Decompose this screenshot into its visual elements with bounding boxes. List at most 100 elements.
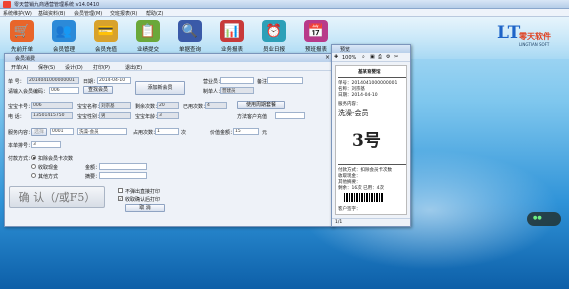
- order-label: 单 号：: [8, 79, 25, 85]
- tools-icon[interactable]: ✂: [394, 54, 398, 60]
- pin-icon[interactable]: ✚: [334, 54, 338, 60]
- menu-system[interactable]: 系统维护(W): [3, 10, 32, 17]
- receipt-service: 洗澡-会员: [338, 109, 369, 117]
- amount-label: 金额：: [85, 165, 101, 171]
- bill-number-field[interactable]: 3: [31, 141, 61, 148]
- print-after-confirm-checkbox[interactable]: ✓: [118, 196, 123, 201]
- toolbar-submit[interactable]: 📋 业绩提交: [128, 18, 168, 56]
- toolbar-members[interactable]: 👥 会员管理: [44, 18, 84, 56]
- pay-deduct-radio[interactable]: [31, 155, 36, 160]
- network-widget: ●●: [527, 212, 561, 226]
- receipt-number: 3号: [352, 131, 381, 151]
- date-field[interactable]: 2014-04-10: [97, 77, 131, 84]
- menu-reports[interactable]: 交班报表(R): [110, 10, 137, 17]
- no-popup-print-label: 不弹出直接打印: [125, 189, 161, 195]
- toolbar-shift[interactable]: 📅 预班报表: [296, 18, 336, 56]
- save-icon[interactable]: ▣: [370, 54, 375, 60]
- pay-deduct-label: 扣除会员卡次数: [38, 156, 74, 162]
- member-code-input[interactable]: 006: [49, 87, 79, 94]
- pay-cash-label: 收取现金: [38, 165, 59, 171]
- cancel-button[interactable]: 取 消: [125, 204, 165, 212]
- dialog-titlebar: 会员消费 ×: [5, 54, 333, 62]
- phone-field: 13501415750: [31, 112, 73, 119]
- pay-other-radio[interactable]: [31, 173, 36, 178]
- remark-input[interactable]: [99, 172, 147, 179]
- calendar-icon: 📅: [304, 20, 328, 42]
- barcode: [344, 193, 384, 202]
- member-consume-dialog: 会员消费 × 开单(A) 保存(S) 设计(D) 打印(P) 退出(E) 单 号…: [4, 53, 334, 227]
- report-icon: 📊: [220, 20, 244, 42]
- clock-icon: ⏰: [262, 20, 286, 42]
- service-name-field: 洗澡-会员: [77, 128, 127, 135]
- toolbar-daily[interactable]: ⏰ 员业日报: [254, 18, 294, 56]
- design-button[interactable]: 设计(D): [65, 64, 83, 71]
- print-button[interactable]: 打印(P): [93, 64, 110, 71]
- logo-tagline: LINGTIAN SOFT: [519, 42, 550, 47]
- receipt-sign: 客户签字：: [338, 207, 361, 212]
- receipt-paper: 基某育婴馆 单号：2014041000000001 名称：刘宗基 日期：2014…: [335, 65, 407, 215]
- save-button[interactable]: 保存(S): [38, 64, 55, 71]
- bill-number-label: 本单排号：: [8, 143, 34, 149]
- logo-mark: LT: [497, 23, 521, 43]
- app-icon: [3, 1, 11, 8]
- maker-field: 营建员: [220, 87, 254, 94]
- card-label: 宝宝卡号：: [8, 104, 34, 110]
- menu-members[interactable]: 会员管理(M): [74, 10, 102, 17]
- toolbar-recharge[interactable]: 💳 会员充值: [86, 18, 126, 56]
- plan-select[interactable]: [275, 112, 305, 119]
- add-member-button[interactable]: 添加新会员: [135, 81, 185, 95]
- preview-titlebar: 预览: [332, 45, 410, 53]
- zoom-select[interactable]: 100%: [342, 55, 356, 61]
- baby-name-field: 刘宗基: [99, 102, 131, 109]
- period-package-button[interactable]: 使用周期套餐: [237, 101, 285, 109]
- times-input[interactable]: 1: [155, 128, 179, 135]
- member-code-label: 请输入会员编码：: [8, 89, 49, 95]
- print-preview-window: 预览 ✚ 100% ⌕ ▣ ⎙ ⚙ ✂ 基某育婴馆 单号：20140410000…: [331, 44, 411, 227]
- members-icon: 👥: [52, 20, 76, 42]
- logo-name: 零天软件: [519, 32, 551, 41]
- new-order-button[interactable]: 开单(A): [11, 64, 28, 71]
- order-field: 2014041000000001: [27, 77, 79, 84]
- preview-status-bar: 1/1: [332, 218, 410, 226]
- receipt-shop: 基某育婴馆: [358, 70, 381, 75]
- card-icon: 💳: [94, 20, 118, 42]
- app-title: 零天营销九商通营管理系统 v14.0410: [14, 2, 100, 8]
- receipt-line: 日期：2014-04-10: [338, 93, 378, 98]
- toolbar-query[interactable]: 🔍 单据查询: [170, 18, 210, 56]
- toolbar-open-order[interactable]: 🛒 先前开单: [2, 18, 42, 56]
- exit-button[interactable]: 退出(E): [125, 64, 142, 71]
- pay-other-label: 其他方式: [38, 174, 59, 180]
- amount-input[interactable]: [99, 163, 147, 170]
- price-unit: 元: [262, 130, 268, 136]
- member-plan-link[interactable]: 方法客户充值: [237, 113, 267, 120]
- salesman-select[interactable]: [220, 77, 254, 84]
- times-unit: 次: [181, 130, 187, 136]
- find-member-button[interactable]: 查找会员: [83, 86, 113, 94]
- toolbar-business-report[interactable]: 📊 业务报表: [212, 18, 252, 56]
- receipt-divider: [338, 77, 406, 78]
- choose-service-button[interactable]: 选择: [31, 128, 47, 136]
- price-field: 15: [233, 128, 259, 135]
- service-code-input[interactable]: 0001: [50, 128, 74, 135]
- used-field: 4: [205, 102, 227, 109]
- menu-bar: 系统维护(W) 基础资料(B) 会员管理(M) 交班报表(R) 帮助(Z): [0, 9, 569, 17]
- menu-basic[interactable]: 基础资料(B): [38, 10, 65, 17]
- sex-field: 男: [99, 112, 131, 119]
- note-input[interactable]: [267, 77, 303, 84]
- close-icon[interactable]: ×: [325, 54, 330, 61]
- pay-cash-radio[interactable]: [31, 164, 36, 169]
- receipt-footer: 剩余：16次 已用：4次: [338, 186, 385, 191]
- no-popup-print-checkbox[interactable]: [118, 188, 123, 193]
- dialog-toolbar: 开单(A) 保存(S) 设计(D) 打印(P) 退出(E): [5, 62, 333, 71]
- app-titlebar: 零天营销九商通营管理系统 v14.0410: [0, 0, 569, 9]
- receipt-line: 服务内容：: [338, 102, 361, 107]
- cart-icon: 🛒: [10, 20, 34, 42]
- confirm-button[interactable]: 确 认（/或F5）: [9, 186, 105, 208]
- remain-field: 20: [157, 102, 179, 109]
- settings-icon[interactable]: ⚙: [386, 54, 390, 60]
- search-icon[interactable]: ⌕: [362, 54, 365, 60]
- menu-help[interactable]: 帮助(Z): [146, 10, 163, 17]
- print-icon[interactable]: ⎙: [378, 54, 382, 60]
- network-indicator: ●●: [533, 215, 542, 221]
- receipt-divider: [338, 164, 406, 165]
